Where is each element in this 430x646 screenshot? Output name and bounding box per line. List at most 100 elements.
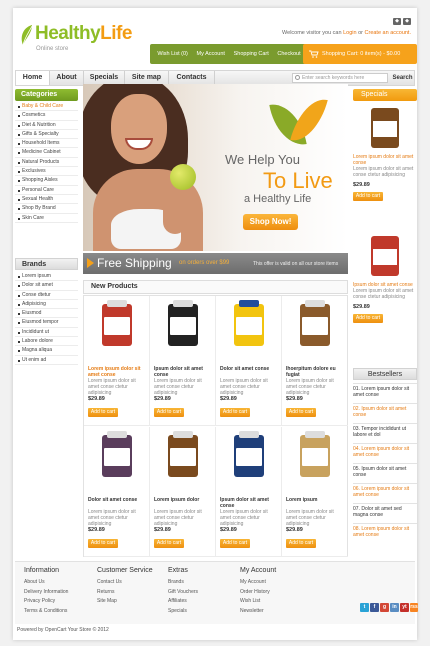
search-input[interactable]: Enter search keywords here xyxy=(292,73,388,83)
shopping-cart-link[interactable]: Shopping Cart xyxy=(234,51,269,57)
site-logo[interactable]: HealthyLife xyxy=(35,23,132,45)
bestseller-item[interactable]: 03. Tempor incididunt ut labore et dol xyxy=(353,423,417,438)
footer-link[interactable]: Delivery Information xyxy=(24,588,68,598)
product-name[interactable]: Lorem ipsum dolor xyxy=(154,497,214,503)
wishlist-link[interactable]: Wish List (0) xyxy=(157,51,188,57)
bestseller-item[interactable]: 06. Lorem ipsum dolor sit amet conse xyxy=(353,483,417,498)
create-account-link[interactable]: Create an account. xyxy=(365,30,411,36)
category-item[interactable]: Gifts & Specialty xyxy=(15,130,78,140)
add-to-cart-button[interactable]: Add to cart xyxy=(154,408,184,417)
menu-site-map[interactable]: Site map xyxy=(125,71,169,85)
brand-item[interactable]: Labore dolore xyxy=(15,337,78,347)
footer-link[interactable]: Privacy Policy xyxy=(24,597,68,607)
bestseller-item[interactable]: 05. Ipsum dolor sit amet conse xyxy=(353,463,417,478)
brand-item[interactable]: Magna aliqua xyxy=(15,346,78,356)
category-item[interactable]: Baby & Child Care xyxy=(15,102,78,112)
product-name[interactable]: Dolor sit amet conse xyxy=(220,366,280,372)
brand-item[interactable]: Adipisicing xyxy=(15,300,78,310)
product-name[interactable]: Ipsum dolor sit amet conse xyxy=(220,497,280,509)
special-name[interactable]: Lorem ipsum dolor sit amet conse xyxy=(353,154,417,166)
menu-about[interactable]: About xyxy=(50,71,84,85)
footer-link[interactable]: Gift Vouchers xyxy=(168,588,198,598)
menu-specials[interactable]: Specials xyxy=(84,71,125,85)
add-to-cart-button[interactable]: Add to cart xyxy=(220,539,250,548)
bestseller-item[interactable]: 02. Ipsum dolor sit amet conse xyxy=(353,403,417,418)
add-to-cart-button[interactable]: Add to cart xyxy=(286,539,316,548)
category-item[interactable]: Personal Care xyxy=(15,186,78,195)
footer-link[interactable]: Specials xyxy=(168,607,198,617)
footer-link[interactable]: Returns xyxy=(97,588,153,598)
product-image[interactable] xyxy=(234,300,264,346)
brand-item[interactable]: Eiusmod xyxy=(15,309,78,319)
product-name[interactable]: Lorem ipsum xyxy=(286,497,346,503)
rss-icon[interactable]: rss xyxy=(410,603,418,612)
category-item[interactable]: Diet & Nutrition xyxy=(15,121,78,130)
product-image[interactable] xyxy=(102,300,132,346)
product-name[interactable]: Ihoerpitum dolore eu fugiat xyxy=(286,366,346,378)
linkedin-icon[interactable]: in xyxy=(390,603,399,612)
checkout-link[interactable]: Checkout xyxy=(277,51,300,57)
currency-flag-icon[interactable]: ◆ xyxy=(403,18,411,25)
bestseller-item[interactable]: 08. Lorem ipsum dolor sit amet conse xyxy=(353,523,417,538)
product-image[interactable] xyxy=(102,431,132,477)
add-to-cart-button[interactable]: Add to cart xyxy=(88,539,118,548)
footer-link[interactable]: Newsletter xyxy=(240,607,276,617)
footer-link[interactable]: Wish List xyxy=(240,597,276,607)
category-item[interactable]: Cosmetics xyxy=(15,111,78,121)
brand-item[interactable]: Ut enim ad xyxy=(15,356,78,365)
footer-link[interactable]: Affiliates xyxy=(168,597,198,607)
product-image[interactable] xyxy=(168,431,198,477)
language-flag-icon[interactable]: ◆ xyxy=(393,18,401,25)
search-button[interactable]: Search xyxy=(391,73,414,83)
footer-link[interactable]: About Us xyxy=(24,578,68,588)
category-item[interactable]: Household Items xyxy=(15,139,78,149)
shop-now-button[interactable]: Shop Now! xyxy=(243,214,298,230)
cart-summary[interactable]: Shopping Cart: 0 item(s) - $0.00 xyxy=(303,44,417,64)
free-shipping-banner[interactable]: Free Shipping on orders over $99 This of… xyxy=(83,253,348,274)
login-link[interactable]: Login xyxy=(343,30,356,36)
twitter-icon[interactable]: t xyxy=(360,603,369,612)
brand-item[interactable]: Conse dtetur xyxy=(15,291,78,300)
brand-item[interactable]: Incididunt ut xyxy=(15,328,78,338)
add-to-cart-button[interactable]: Add to cart xyxy=(353,314,383,323)
product-name[interactable]: Dolor sit amet conse xyxy=(88,497,148,503)
category-item[interactable]: Exclusives xyxy=(15,167,78,177)
google-icon[interactable]: g xyxy=(380,603,389,612)
footer-link[interactable]: Site Map xyxy=(97,597,153,607)
add-to-cart-button[interactable]: Add to cart xyxy=(353,192,383,201)
product-image[interactable] xyxy=(300,300,330,346)
hero-banner[interactable]: We Help You To Live a Healthy Life Shop … xyxy=(83,84,348,251)
special-product-image[interactable] xyxy=(371,236,399,276)
my-account-link[interactable]: My Account xyxy=(197,51,225,57)
product-name[interactable]: Ipsum dolor sit amet conse xyxy=(154,366,214,378)
product-image[interactable] xyxy=(234,431,264,477)
category-item[interactable]: Skin Care xyxy=(15,214,78,223)
category-item[interactable]: Shop By Brand xyxy=(15,204,78,214)
category-item[interactable]: Shopping Aisles xyxy=(15,176,78,186)
facebook-icon[interactable]: f xyxy=(370,603,379,612)
product-image[interactable] xyxy=(168,300,198,346)
product-image[interactable] xyxy=(300,431,330,477)
category-item[interactable]: Natural Products xyxy=(15,158,78,168)
category-item[interactable]: Medicine Cabinet xyxy=(15,148,78,158)
category-item[interactable]: Sexual Health xyxy=(15,195,78,205)
footer-link[interactable]: Brands xyxy=(168,578,198,588)
brand-item[interactable]: Dolor sit amet xyxy=(15,281,78,291)
youtube-icon[interactable]: yt xyxy=(400,603,409,612)
bestseller-item[interactable]: 01. Lorem ipsum dolor sit amet conse xyxy=(353,383,417,398)
add-to-cart-button[interactable]: Add to cart xyxy=(286,408,316,417)
bestseller-item[interactable]: 04. Lorem ipsum dolor sit amet conse xyxy=(353,443,417,458)
menu-contacts[interactable]: Contacts xyxy=(169,71,215,85)
add-to-cart-button[interactable]: Add to cart xyxy=(88,408,118,417)
brand-item[interactable]: Eiusmod tempor xyxy=(15,318,78,328)
product-name[interactable]: Lorem ipsum dolor sit amet conse xyxy=(88,366,148,378)
add-to-cart-button[interactable]: Add to cart xyxy=(220,408,250,417)
special-product-image[interactable] xyxy=(371,108,399,148)
footer-link[interactable]: Order History xyxy=(240,588,276,598)
add-to-cart-button[interactable]: Add to cart xyxy=(154,539,184,548)
footer-link[interactable]: Terms & Conditions xyxy=(24,607,68,617)
brand-item[interactable]: Lorem ipsum xyxy=(15,272,78,282)
footer-link[interactable]: My Account xyxy=(240,578,276,588)
footer-link[interactable]: Contact Us xyxy=(97,578,153,588)
bestseller-item[interactable]: 07. Dolor sit amet sed magna conse xyxy=(353,503,417,518)
